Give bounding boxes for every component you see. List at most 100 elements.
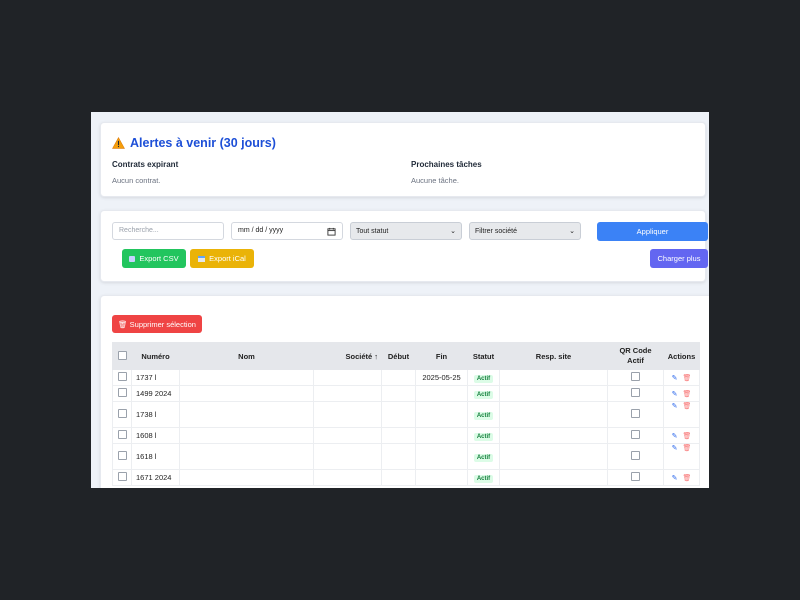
edit-icon[interactable]: ✎ xyxy=(672,444,678,452)
app-viewport: Alertes à venir (30 jours) Contrats expi… xyxy=(91,112,709,488)
select-all-checkbox[interactable] xyxy=(117,350,127,360)
row-checkbox[interactable] xyxy=(117,430,127,439)
contracts-heading: Contrats expirant xyxy=(112,160,179,169)
row-checkbox[interactable] xyxy=(117,451,127,460)
row-societe xyxy=(313,469,382,486)
header-numero[interactable]: Numéro xyxy=(131,342,180,370)
edit-icon[interactable]: ✎ xyxy=(672,432,678,440)
status-select-value: Tout statut xyxy=(356,227,389,235)
row-numero: 1618 l xyxy=(131,443,180,470)
row-resp-site xyxy=(499,443,608,470)
header-nom[interactable]: Nom xyxy=(179,342,314,370)
alerts-title-text: Alertes à venir (30 jours) xyxy=(130,136,276,150)
row-debut xyxy=(381,401,416,428)
row-nom xyxy=(179,427,314,444)
row-societe xyxy=(313,427,382,444)
row-checkbox[interactable] xyxy=(117,409,127,418)
row-fin xyxy=(415,385,468,402)
qr-active-checkbox[interactable] xyxy=(631,472,640,481)
status-badge: Actif xyxy=(473,390,494,399)
row-fin xyxy=(415,443,468,470)
edit-icon[interactable]: ✎ xyxy=(672,474,678,482)
row-debut xyxy=(381,469,416,486)
header-resp-site[interactable]: Resp. site xyxy=(499,342,608,370)
company-select-value: Filtrer société xyxy=(475,227,518,235)
row-checkbox[interactable] xyxy=(117,372,127,381)
trash-icon[interactable]: 🗑 xyxy=(682,390,691,398)
status-badge: Actif xyxy=(473,474,494,483)
trash-icon[interactable]: 🗑 xyxy=(682,444,691,452)
row-fin xyxy=(415,469,468,486)
row-societe xyxy=(313,401,382,428)
contracts-empty-text: Aucun contrat. xyxy=(112,176,161,185)
trash-icon[interactable]: 🗑 xyxy=(682,402,691,410)
row-resp-site xyxy=(499,369,608,386)
status-select[interactable]: Tout statut ⌄ xyxy=(350,222,462,240)
chevron-down-icon: ⌄ xyxy=(569,228,575,235)
edit-icon[interactable]: ✎ xyxy=(672,374,678,382)
row-resp-site xyxy=(499,385,608,402)
row-fin xyxy=(415,427,468,444)
qr-active-checkbox[interactable] xyxy=(631,409,640,418)
table-row: 1737 l 2025-05-25 Actif ✎ 🗑 xyxy=(112,369,700,386)
alerts-panel: Alertes à venir (30 jours) Contrats expi… xyxy=(100,122,706,197)
chevron-down-icon: ⌄ xyxy=(450,228,456,235)
header-qr-code[interactable]: QR Code Actif xyxy=(607,342,664,370)
header-societe[interactable]: Société ↑ xyxy=(313,342,382,370)
row-debut xyxy=(381,385,416,402)
filters-panel: Recherche... mm / dd / yyyy Tout statut … xyxy=(100,210,708,282)
row-nom xyxy=(179,443,314,470)
trash-icon[interactable]: 🗑 xyxy=(682,374,691,382)
calendar-icon xyxy=(198,255,206,262)
row-resp-site xyxy=(499,427,608,444)
tasks-empty-text: Aucune tâche. xyxy=(411,176,459,185)
header-statut[interactable]: Statut xyxy=(467,342,500,370)
qr-active-checkbox[interactable] xyxy=(631,372,640,381)
edit-icon[interactable]: ✎ xyxy=(672,402,678,410)
qr-active-checkbox[interactable] xyxy=(631,388,640,397)
edit-icon[interactable]: ✎ xyxy=(672,390,678,398)
status-badge: Actif xyxy=(473,374,494,383)
row-numero: 1608 l xyxy=(131,427,180,444)
row-numero: 1499 2024 xyxy=(131,385,180,402)
row-nom xyxy=(179,385,314,402)
row-numero: 1671 2024 xyxy=(131,469,180,486)
row-nom xyxy=(179,401,314,428)
search-input[interactable]: Recherche... xyxy=(112,222,224,240)
export-ical-button[interactable]: Export iCal xyxy=(190,249,254,268)
load-more-button[interactable]: Charger plus xyxy=(650,249,708,268)
row-checkbox[interactable] xyxy=(117,472,127,481)
export-csv-button[interactable]: Export CSV xyxy=(122,249,186,268)
row-societe xyxy=(313,369,382,386)
status-badge: Actif xyxy=(473,432,494,441)
tasks-heading: Prochaines tâches xyxy=(411,160,482,169)
status-badge: Actif xyxy=(473,453,494,462)
row-debut xyxy=(381,443,416,470)
header-fin[interactable]: Fin xyxy=(415,342,468,370)
apply-button[interactable]: Appliquer xyxy=(597,222,708,241)
header-debut[interactable]: Début xyxy=(381,342,416,370)
status-badge: Actif xyxy=(473,411,494,420)
row-nom xyxy=(179,369,314,386)
trash-icon[interactable]: 🗑 xyxy=(682,474,691,482)
trash-icon[interactable]: 🗑 xyxy=(682,432,691,440)
table-row: 1608 l Actif ✎ 🗑 xyxy=(112,427,700,444)
csv-icon xyxy=(129,255,136,262)
calendar-icon[interactable] xyxy=(327,227,336,236)
delete-selection-button[interactable]: 🗑 Supprimer sélection xyxy=(112,315,202,333)
qr-active-checkbox[interactable] xyxy=(631,451,640,460)
row-debut xyxy=(381,427,416,444)
header-actions: Actions xyxy=(663,342,700,370)
qr-active-checkbox[interactable] xyxy=(631,430,640,439)
row-societe xyxy=(313,443,382,470)
table-header-row: Numéro Nom Société ↑ Début Fin Statut Re… xyxy=(112,342,700,370)
table-row: 1738 l Actif ✎ 🗑 xyxy=(112,401,700,428)
alerts-title: Alertes à venir (30 jours) xyxy=(112,136,276,150)
date-input-value: mm / dd / yyyy xyxy=(238,227,284,234)
select-all-header[interactable] xyxy=(112,342,132,370)
company-select[interactable]: Filtrer société ⌄ xyxy=(469,222,581,240)
row-nom xyxy=(179,469,314,486)
row-checkbox[interactable] xyxy=(117,388,127,397)
row-resp-site xyxy=(499,401,608,428)
date-input[interactable]: mm / dd / yyyy xyxy=(231,222,343,240)
